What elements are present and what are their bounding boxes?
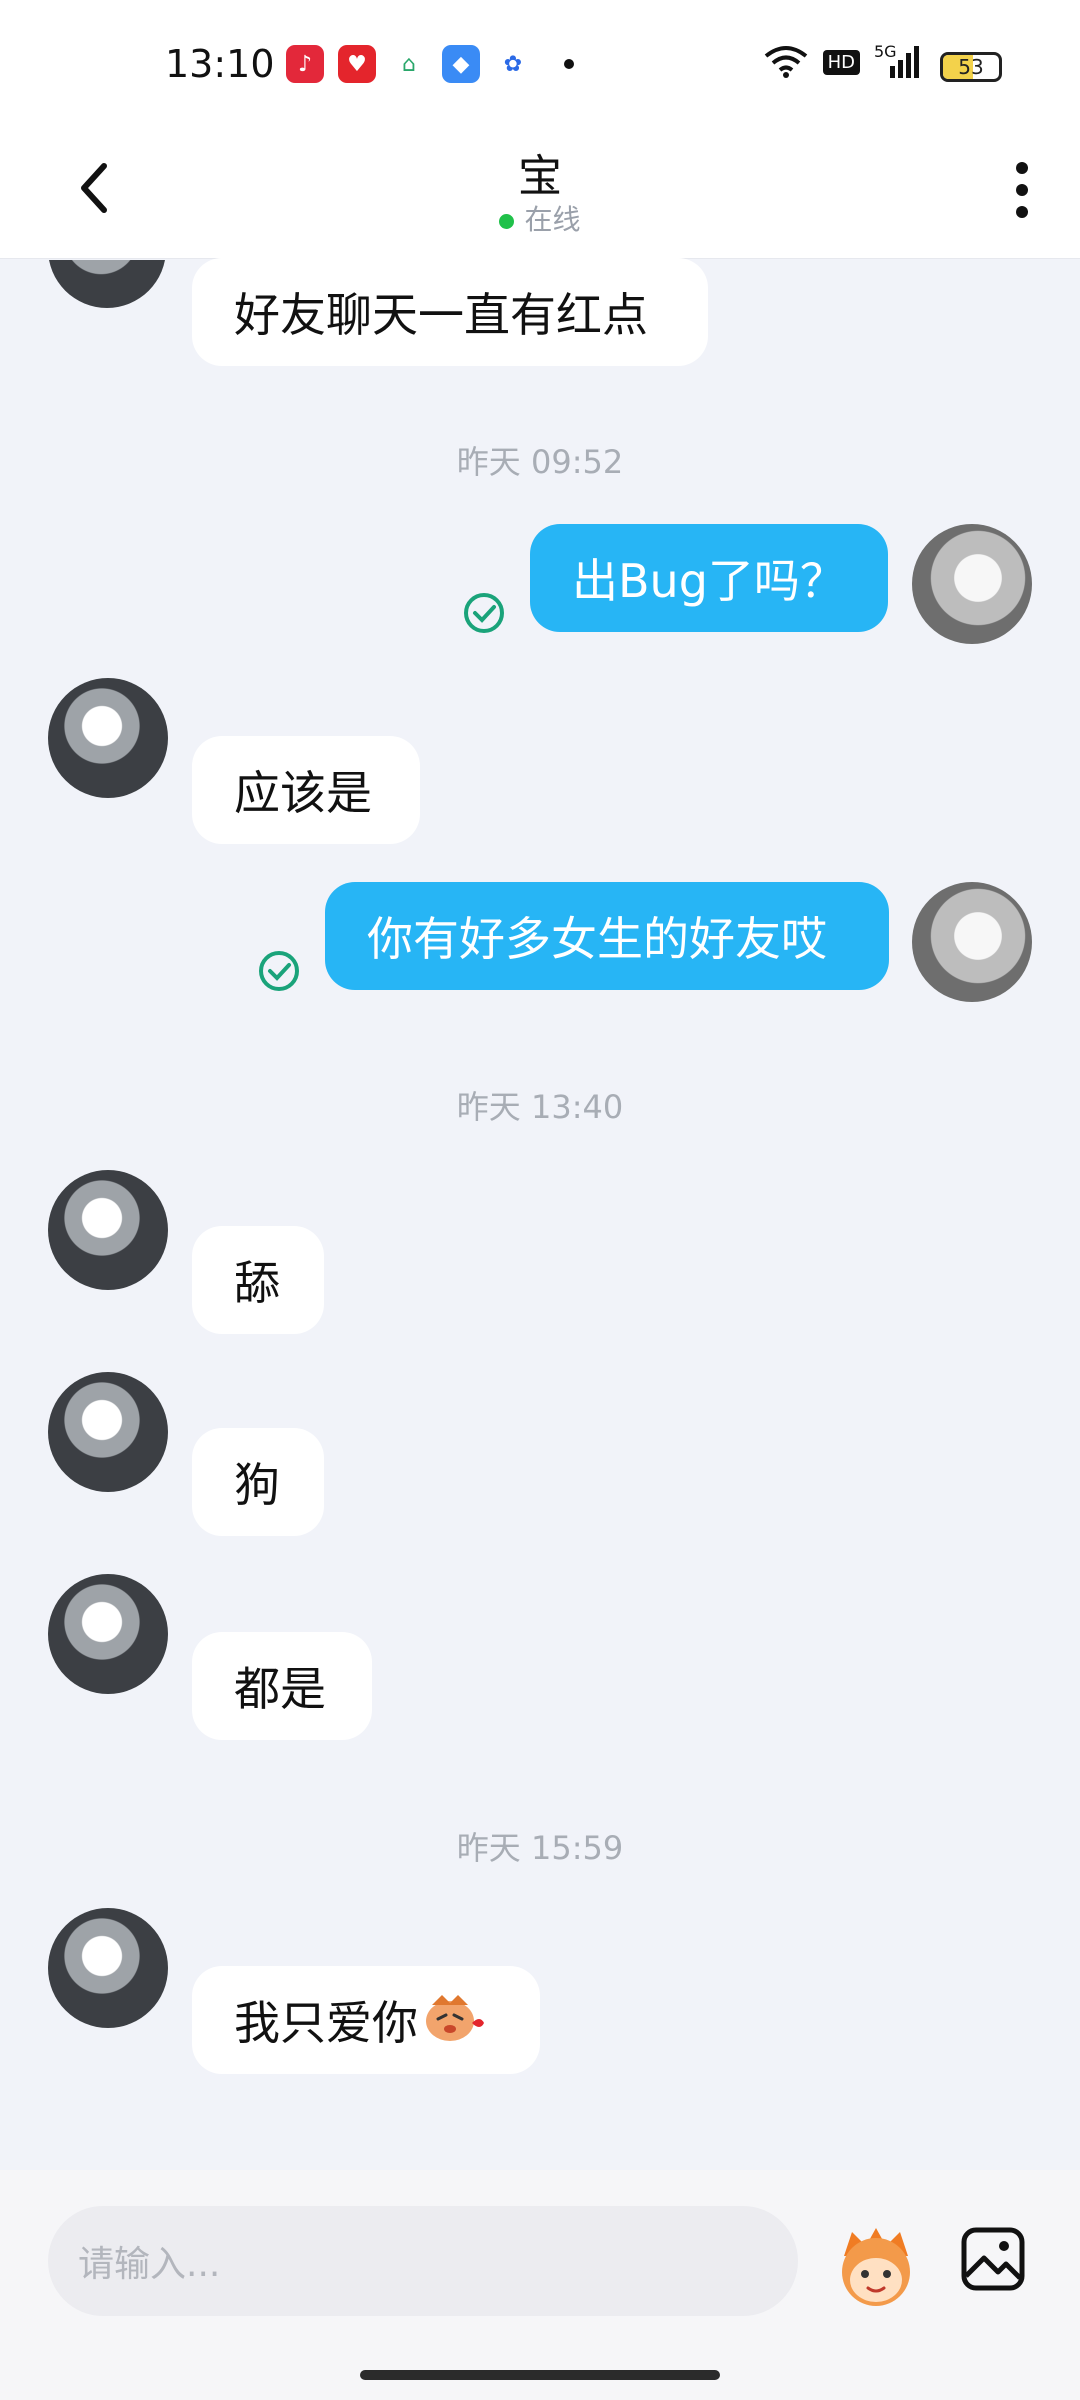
contact-avatar[interactable] [48,678,168,798]
home-app-icon: ⌂ [390,45,428,83]
message-bubble-incoming[interactable]: 我只爱你 [192,1966,540,2074]
message-text: 我只爱你 [234,1996,418,2050]
contact-name: 宝 [518,151,562,202]
status-time: 13:10 [165,42,275,86]
timestamp-separator: 昨天 09:52 [456,443,624,481]
home-indicator[interactable] [360,2370,720,2380]
hd-icon: HD [822,49,860,75]
notification-dot-icon [564,59,574,69]
message-bubble-outgoing[interactable]: 你有好多女生的好友哎 [325,882,889,990]
chat-header: 宝 在线 [0,120,1080,259]
input-placeholder: 请输入... [78,2244,221,2285]
message-bubble-incoming[interactable]: 好友聊天一直有红点 [192,258,708,366]
wifi-icon [764,46,807,78]
browser-icon: ◆ [442,45,480,83]
contact-avatar[interactable] [48,1574,168,1694]
status-bar: 13:10 ♪ ♥ ⌂ ◆ ✿ HD 5G 53 [0,0,1080,135]
timestamp-separator: 昨天 13:40 [456,1088,624,1126]
music-icon: ♪ [286,45,324,83]
more-options-icon[interactable] [1014,160,1030,220]
battery-level: 53 [958,55,984,79]
online-status-text: 在线 [524,203,581,236]
heart-app-icon: ♥ [338,45,376,83]
timestamp-separator: 昨天 15:59 [456,1829,624,1867]
online-dot-icon [499,213,515,229]
message-input[interactable]: 请输入... [48,2206,798,2316]
contact-avatar[interactable] [48,1170,168,1290]
message-bubble-incoming[interactable]: 都是 [192,1632,372,1740]
online-status: 在线 [0,198,1080,238]
image-picker-icon[interactable] [960,2226,1026,2292]
signal-icon: 5G [874,42,920,80]
input-bar: 请输入... [0,2170,1080,2400]
contact-avatar[interactable] [48,1908,168,2028]
message-bubble-incoming[interactable]: 舔 [192,1226,324,1334]
message-bubble-incoming[interactable]: 狗 [192,1428,324,1536]
my-avatar[interactable] [912,524,1032,644]
message-bubble-outgoing[interactable]: 出Bug了吗？ [530,524,888,632]
battery-icon: 53 [940,52,1002,82]
baidu-icon: ✿ [494,45,532,83]
status-app-icons: ♪ ♥ ⌂ ◆ ✿ [286,45,574,83]
read-check-icon [259,951,299,991]
read-check-icon [464,593,504,633]
message-bubble-incoming[interactable]: 应该是 [192,736,420,844]
kiss-emoji-icon [426,1995,484,2041]
emoji-button-icon[interactable] [832,2222,920,2310]
my-avatar[interactable] [912,882,1032,1002]
contact-avatar[interactable] [48,1372,168,1492]
